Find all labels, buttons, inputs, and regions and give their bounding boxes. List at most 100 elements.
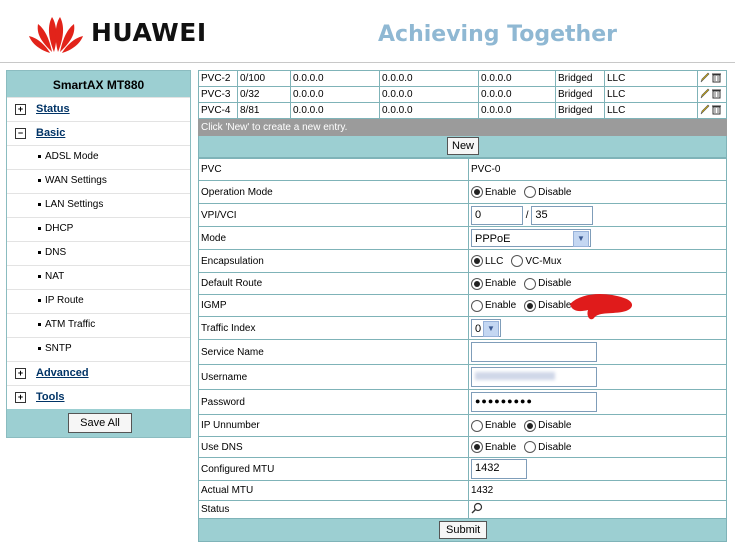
header: HUAWEI Achieving Together <box>0 0 735 62</box>
service-name-input[interactable] <box>471 342 597 362</box>
table-row: PVC-4 8/81 0.0.0.0 0.0.0.0 0.0.0.0 Bridged LLC <box>198 102 727 119</box>
encapsulation-llc-radio[interactable] <box>471 255 483 267</box>
cell-vpivci: 8/81 <box>237 102 291 119</box>
save-all-button[interactable]: Save All <box>68 413 132 433</box>
cell-mode: Bridged <box>555 102 605 119</box>
cell-mode: Bridged <box>555 70 605 87</box>
use-dns-enable-radio[interactable] <box>471 441 483 453</box>
sidebar-footer: Save All <box>7 409 190 437</box>
sidebar-item-label[interactable]: ADSL Mode <box>45 151 99 162</box>
llc-label: LLC <box>485 255 504 267</box>
delete-trash-icon[interactable] <box>711 88 722 99</box>
encapsulation-vcmux-radio[interactable] <box>511 255 524 267</box>
chevron-down-icon[interactable]: ▼ <box>483 321 499 337</box>
traffic-index-label: Traffic Index <box>198 316 469 340</box>
expand-icon[interactable]: + <box>15 392 26 403</box>
ip-unnumber-enable-radio[interactable] <box>471 419 483 432</box>
sidebar-item-dns[interactable]: DNS <box>7 241 190 265</box>
edit-pencil-icon[interactable] <box>700 88 710 99</box>
submit-button[interactable]: Submit <box>439 521 488 539</box>
sidebar-item-label[interactable]: IP Route <box>45 295 84 306</box>
sidebar-item-ip-route[interactable]: IP Route <box>7 289 190 313</box>
traffic-index-select[interactable]: 0 ▼ <box>471 319 501 337</box>
default-route-disable-radio[interactable] <box>524 277 537 290</box>
sidebar-item-status[interactable]: + Status <box>7 97 190 121</box>
cell-encap: LLC <box>604 86 698 103</box>
password-label: Password <box>198 389 469 415</box>
bullet-icon <box>38 299 41 302</box>
sidebar-item-label[interactable]: Basic <box>36 127 65 139</box>
username-input[interactable] <box>471 367 597 387</box>
chevron-down-icon[interactable]: ▼ <box>573 231 589 247</box>
edit-pencil-icon[interactable] <box>700 72 710 83</box>
sidebar-item-dhcp[interactable]: DHCP <box>7 217 190 241</box>
bullet-icon <box>38 227 41 230</box>
sidebar-item-label[interactable]: Tools <box>36 391 65 403</box>
default-route-enable-radio[interactable] <box>471 277 483 290</box>
igmp-disable-radio[interactable] <box>524 299 537 312</box>
ip-unnumber-disable-radio[interactable] <box>524 419 537 432</box>
sidebar-item-advanced[interactable]: + Advanced <box>7 361 190 385</box>
password-input[interactable]: ●●●●●●●●● <box>471 392 597 412</box>
pvc-value: PVC-0 <box>468 158 727 181</box>
bullet-icon <box>38 179 41 182</box>
use-dns-disable-radio[interactable] <box>524 441 537 453</box>
disable-label: Disable <box>538 278 572 289</box>
vpi-vci-label: VPI/VCI <box>198 203 469 227</box>
pvc-table: PVC-2 0/100 0.0.0.0 0.0.0.0 0.0.0.0 Bridged LL… <box>198 70 727 119</box>
new-button[interactable]: New <box>447 137 480 155</box>
username-label: Username <box>198 364 469 390</box>
mode-label: Mode <box>198 226 469 250</box>
expand-icon[interactable]: + <box>15 104 26 115</box>
sidebar-item-label[interactable]: DNS <box>45 247 66 258</box>
sidebar-item-label[interactable]: DHCP <box>45 223 73 234</box>
sidebar-item-label[interactable]: WAN Settings <box>45 175 107 186</box>
sidebar-item-label[interactable]: Status <box>36 103 70 115</box>
submit-bar: Submit <box>198 519 727 542</box>
delete-trash-icon[interactable] <box>711 72 722 83</box>
brand-name: HUAWEI <box>91 18 207 47</box>
table-row: PVC-3 0/32 0.0.0.0 0.0.0.0 0.0.0.0 Bridged LLC <box>198 86 727 103</box>
vci-input[interactable]: 35 <box>531 205 594 225</box>
igmp-label: IGMP <box>198 294 469 317</box>
edit-pencil-icon[interactable] <box>700 104 710 115</box>
pvc-form: PVC PVC-0 Operation Mode Enable Disable V… <box>198 158 727 519</box>
bullet-icon <box>38 347 41 350</box>
encapsulation-label: Encapsulation <box>198 249 469 273</box>
main-panel: PVC-2 0/100 0.0.0.0 0.0.0.0 0.0.0.0 Bridged LL… <box>198 70 727 542</box>
sidebar-item-basic[interactable]: − Basic <box>7 121 190 145</box>
sidebar: SmartAX MT880 + Status − Basic ADSL Mode WAN … <box>6 70 191 438</box>
igmp-enable-radio[interactable] <box>471 299 483 312</box>
cell-vpivci: 0/100 <box>237 70 291 87</box>
device-title: SmartAX MT880 <box>7 71 190 97</box>
collapse-icon[interactable]: − <box>15 128 26 139</box>
delete-trash-icon[interactable] <box>711 104 722 115</box>
sidebar-item-label[interactable]: SNTP <box>45 343 72 354</box>
sidebar-item-nat[interactable]: NAT <box>7 265 190 289</box>
sidebar-item-label[interactable]: ATM Traffic <box>45 319 95 330</box>
ip-unnumber-label: IP Unnumber <box>198 414 469 437</box>
mode-select[interactable]: PPPoE ▼ <box>471 229 591 247</box>
huawei-petal-icon <box>29 17 83 53</box>
sidebar-item-wan-settings[interactable]: WAN Settings <box>7 169 190 193</box>
vpi-input[interactable]: 0 <box>471 205 523 225</box>
sidebar-item-adsl-mode[interactable]: ADSL Mode <box>7 145 190 169</box>
row-actions <box>697 70 727 87</box>
sidebar-item-label[interactable]: Advanced <box>36 367 89 379</box>
expand-icon[interactable]: + <box>15 368 26 379</box>
sidebar-item-atm-traffic[interactable]: ATM Traffic <box>7 313 190 337</box>
sidebar-item-label[interactable]: NAT <box>45 271 64 282</box>
operation-mode-disable-radio[interactable] <box>524 186 537 198</box>
operation-mode-enable-radio[interactable] <box>471 186 483 198</box>
cell-ip1: 0.0.0.0 <box>290 102 380 119</box>
service-name-label: Service Name <box>198 339 469 365</box>
sidebar-item-tools[interactable]: + Tools <box>7 385 190 409</box>
blurred-username <box>475 372 555 381</box>
configured-mtu-input[interactable]: 1432 <box>471 459 527 479</box>
sidebar-item-lan-settings[interactable]: LAN Settings <box>7 193 190 217</box>
sidebar-item-sntp[interactable]: SNTP <box>7 337 190 361</box>
sidebar-item-label[interactable]: LAN Settings <box>45 199 103 210</box>
cell-encap: LLC <box>604 70 698 87</box>
magnifier-icon[interactable] <box>471 502 483 514</box>
cell-ip1: 0.0.0.0 <box>290 70 380 87</box>
